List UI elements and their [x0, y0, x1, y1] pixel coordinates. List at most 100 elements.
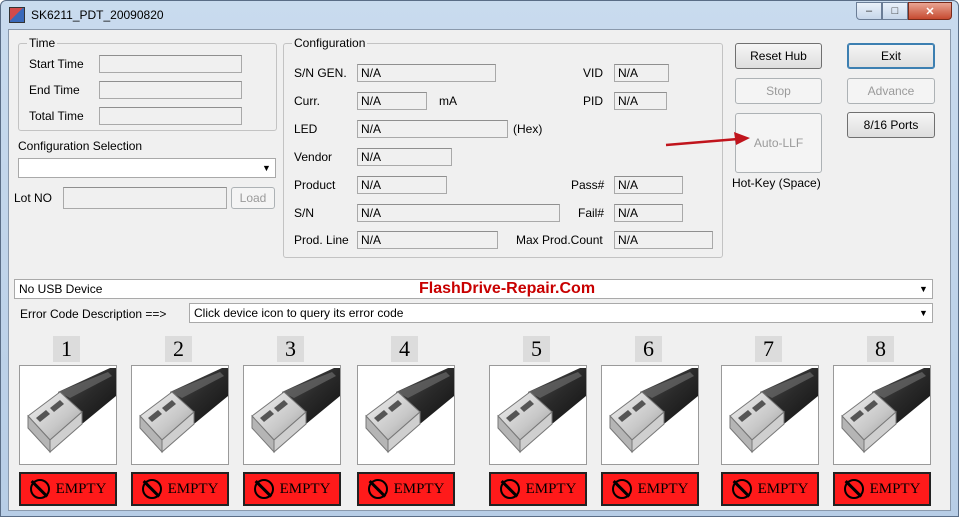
lot-no-field[interactable] [63, 187, 227, 209]
close-button[interactable]: ✕ [908, 2, 952, 20]
pass-label: Pass# [571, 178, 605, 192]
start-time-label: Start Time [29, 57, 84, 71]
port-number-5: 5 [523, 336, 550, 362]
ports-toggle-button[interactable]: 8/16 Ports [847, 112, 935, 138]
time-group-title: Time [27, 36, 58, 50]
app-icon [9, 7, 25, 23]
app-window: SK6211_PDT_20090820 – □ ✕ Time Start Tim… [0, 0, 959, 517]
port-number-8: 8 [867, 336, 894, 362]
vendor-label: Vendor [294, 150, 333, 164]
prohibited-icon [499, 479, 520, 499]
led-unit: (Hex) [513, 122, 543, 136]
load-button[interactable]: Load [231, 187, 275, 209]
usb-drive-icon[interactable] [601, 365, 699, 465]
window-title: SK6211_PDT_20090820 [31, 8, 164, 22]
hotkey-label: Hot-Key (Space) [732, 176, 821, 190]
vendor-field: N/A [357, 148, 452, 166]
pid-field: N/A [614, 92, 667, 110]
usb-drive-icon[interactable] [721, 365, 819, 465]
product-field: N/A [357, 176, 447, 194]
max-prod-count-field: N/A [614, 231, 713, 249]
start-time-field [99, 55, 242, 73]
port-status-label: EMPTY [637, 480, 689, 497]
sn-label: S/N [294, 206, 315, 220]
config-selection-label: Configuration Selection [18, 139, 143, 153]
usb-drive-icon[interactable] [489, 365, 587, 465]
port-status-5[interactable]: EMPTY [489, 472, 587, 506]
vid-label: VID [583, 66, 604, 80]
port-status-label: EMPTY [525, 480, 577, 497]
port-status-label: EMPTY [167, 480, 219, 497]
error-code-dropdown[interactable]: Click device icon to query its error cod… [189, 303, 933, 323]
port-status-label: EMPTY [393, 480, 445, 497]
usb-drive-icon[interactable] [833, 365, 931, 465]
end-time-label: End Time [29, 83, 80, 97]
prod-line-field: N/A [357, 231, 498, 249]
reset-hub-button[interactable]: Reset Hub [735, 43, 822, 69]
prohibited-icon [731, 479, 752, 499]
exit-button[interactable]: Exit [847, 43, 935, 69]
port-number-3: 3 [277, 336, 304, 362]
total-time-label: Total Time [29, 109, 84, 123]
port-status-1[interactable]: EMPTY [19, 472, 117, 506]
port-status-7[interactable]: EMPTY [721, 472, 819, 506]
vid-field: N/A [614, 64, 669, 82]
error-code-label: Error Code Description ==> [20, 307, 167, 321]
port-number-2: 2 [165, 336, 192, 362]
port-number-6: 6 [635, 336, 662, 362]
fail-label: Fail# [578, 206, 605, 220]
prohibited-icon [253, 479, 274, 499]
port-status-3[interactable]: EMPTY [243, 472, 341, 506]
maximize-button[interactable]: □ [882, 2, 908, 20]
minimize-button[interactable]: – [856, 2, 882, 20]
config-selection-dropdown[interactable]: ▼ [18, 158, 276, 178]
usb-drive-icon[interactable] [243, 365, 341, 465]
time-group: Time Start Time End Time Total Time [18, 36, 277, 131]
total-time-field [99, 107, 242, 125]
chevron-down-icon[interactable]: ▼ [259, 160, 274, 176]
port-status-6[interactable]: EMPTY [601, 472, 699, 506]
chevron-down-icon[interactable]: ▼ [916, 281, 931, 297]
prohibited-icon [843, 479, 864, 499]
end-time-field [99, 81, 242, 99]
port-status-label: EMPTY [757, 480, 809, 497]
product-label: Product [294, 178, 336, 192]
chevron-down-icon[interactable]: ▼ [916, 305, 931, 321]
port-status-label: EMPTY [55, 480, 107, 497]
title-bar[interactable]: SK6211_PDT_20090820 – □ ✕ [1, 1, 958, 29]
prohibited-icon [611, 479, 632, 499]
prohibited-icon [29, 479, 50, 499]
lot-no-label: Lot NO [14, 191, 53, 205]
watermark-text: FlashDrive-Repair.Com [419, 280, 596, 297]
arrow-annotation-icon [665, 132, 750, 147]
usb-drive-icon[interactable] [131, 365, 229, 465]
prod-line-label: Prod. Line [294, 233, 349, 247]
max-prod-count-label: Max Prod.Count [516, 233, 603, 247]
curr-field: N/A [357, 92, 427, 110]
configuration-group-title: Configuration [292, 36, 368, 50]
usb-drive-icon[interactable] [357, 365, 455, 465]
stop-button[interactable]: Stop [735, 78, 822, 104]
fail-field: N/A [614, 204, 683, 222]
curr-label: Curr. [294, 94, 321, 108]
port-status-4[interactable]: EMPTY [357, 472, 455, 506]
port-status-label: EMPTY [869, 480, 921, 497]
usb-drive-icon[interactable] [19, 365, 117, 465]
prohibited-icon [367, 479, 388, 499]
port-number-4: 4 [391, 336, 418, 362]
pass-field: N/A [614, 176, 683, 194]
error-code-value: Click device icon to query its error cod… [194, 306, 404, 320]
led-label: LED [294, 122, 318, 136]
advance-button[interactable]: Advance [847, 78, 935, 104]
port-number-7: 7 [755, 336, 782, 362]
pid-label: PID [583, 94, 604, 108]
curr-unit: mA [439, 94, 457, 108]
sn-field: N/A [357, 204, 560, 222]
led-field: N/A [357, 120, 508, 138]
sn-gen-field: N/A [357, 64, 496, 82]
port-status-8[interactable]: EMPTY [833, 472, 931, 506]
port-status-2[interactable]: EMPTY [131, 472, 229, 506]
configuration-group: Configuration S/N GEN. N/A Curr. N/A mA … [283, 36, 723, 258]
sn-gen-label: S/N GEN. [294, 66, 347, 80]
window-controls: – □ ✕ [856, 2, 952, 20]
